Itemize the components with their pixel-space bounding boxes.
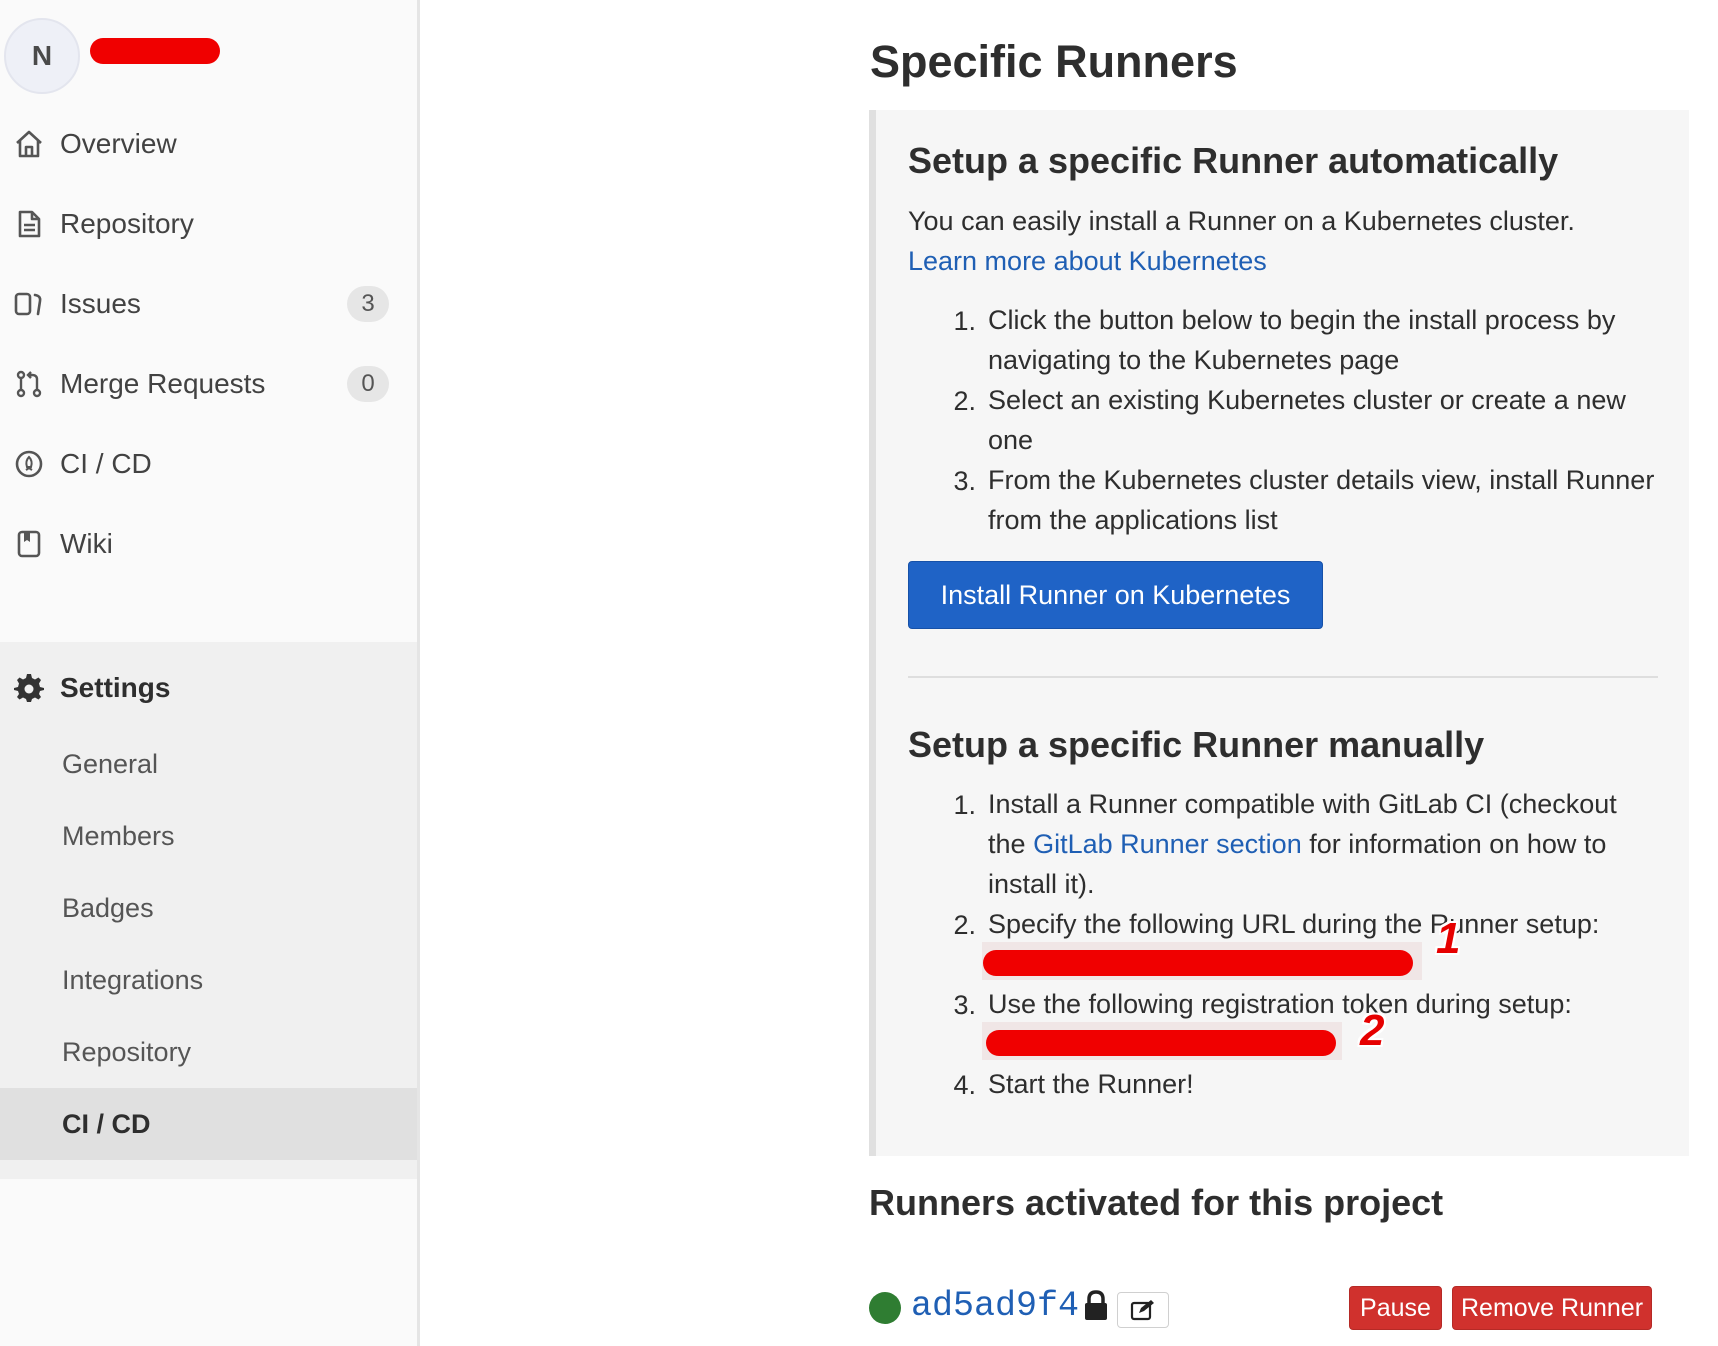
settings-item-label: Repository [62,1036,192,1067]
settings-item-repository[interactable]: Repository [0,1016,417,1088]
gear-icon [13,672,45,704]
manual-step-2: Specify the following URL during the Run… [988,909,1600,939]
list-number: 3. [953,990,976,1020]
issues-icon [13,288,45,320]
install-runner-kubernetes-button[interactable]: Install Runner on Kubernetes [908,561,1323,629]
annotation-marker-2: 2 [1360,1006,1385,1055]
remove-runner-button[interactable]: Remove Runner [1452,1286,1652,1330]
merge-requests-count-badge: 0 [347,366,389,402]
sidebar-item-label: Repository [60,208,194,239]
sidebar-item-label: Issues [60,288,141,319]
sidebar-item-repository[interactable]: Repository [0,180,417,268]
auto-setup-heading: Setup a specific Runner automatically [908,140,1559,181]
settings-item-integrations[interactable]: Integrations [0,944,417,1016]
settings-item-members[interactable]: Members [0,800,417,872]
annotation-marker-1: 1 [1436,914,1461,963]
merge-request-icon [13,368,45,400]
sidebar-item-label: Settings [60,672,171,703]
sidebar-item-label: CI / CD [60,448,152,479]
sidebar-item-settings[interactable]: Settings [0,644,417,732]
edit-runner-button[interactable] [1117,1292,1169,1328]
settings-item-label: Members [62,820,175,851]
manual-step-1: Install a Runner compatible with GitLab … [988,784,1658,904]
sidebar-item-merge-requests[interactable]: Merge Requests 0 [0,340,417,428]
sidebar-item-ci-cd[interactable]: CI / CD [0,420,417,508]
edit-icon [1130,1300,1154,1321]
sidebar-item-label: Overview [60,128,177,159]
runner-status-indicator [869,1292,901,1324]
lock-icon [1082,1288,1110,1324]
redacted-runner-url [983,950,1413,976]
manual-step-4: Start the Runner! [988,1069,1194,1099]
list-number: 2. [953,386,976,416]
issues-count-badge: 3 [347,286,389,322]
home-icon [13,128,45,160]
auto-step-2: Select an existing Kubernetes cluster or… [988,385,1626,455]
list-number: 2. [953,910,976,940]
settings-item-general[interactable]: General [0,728,417,800]
gitlab-runner-section-link[interactable]: GitLab Runner section [1033,829,1302,859]
list-number: 1. [953,790,976,820]
list-number: 1. [953,306,976,336]
redacted-registration-token [986,1030,1336,1056]
page-title: Specific Runners [870,36,1238,87]
learn-more-kubernetes-link[interactable]: Learn more about Kubernetes [908,246,1267,277]
section-divider [908,676,1658,678]
manual-step-3: Use the following registration token dur… [988,989,1572,1019]
settings-item-label: General [62,748,159,779]
sidebar-item-wiki[interactable]: Wiki [0,500,417,588]
runner-id-link[interactable]: ad5ad9f4 [911,1286,1079,1326]
list-number: 3. [953,466,976,496]
document-icon [13,208,45,240]
settings-item-badges[interactable]: Badges [0,872,417,944]
settings-item-label: Integrations [62,964,204,995]
settings-item-ci-cd[interactable]: CI / CD [0,1088,417,1160]
list-number: 4. [953,1070,976,1100]
pause-runner-button[interactable]: Pause [1349,1286,1442,1330]
sidebar-item-issues[interactable]: Issues 3 [0,260,417,348]
auto-step-1: Click the button below to begin the inst… [988,305,1616,375]
book-icon [13,528,45,560]
rocket-icon [13,448,45,480]
sidebar: N Overview Repository Issues 3 Merge Req… [0,0,420,1346]
settings-item-label: Badges [62,892,154,923]
activated-runners-heading: Runners activated for this project [869,1182,1444,1223]
sidebar-item-label: Wiki [60,528,113,559]
runner-row: ad5ad9f4 Pause Remove Runner [869,1286,1689,1336]
auto-step-3: From the Kubernetes cluster details view… [988,465,1655,535]
kubernetes-intro-text: You can easily install a Runner on a Kub… [908,206,1575,236]
avatar[interactable]: N [4,18,80,94]
manual-setup-heading: Setup a specific Runner manually [908,724,1485,765]
sidebar-item-overview[interactable]: Overview [0,100,417,188]
sidebar-item-label: Merge Requests [60,368,266,399]
settings-item-label: CI / CD [62,1108,151,1139]
redacted-project-name [90,38,220,64]
